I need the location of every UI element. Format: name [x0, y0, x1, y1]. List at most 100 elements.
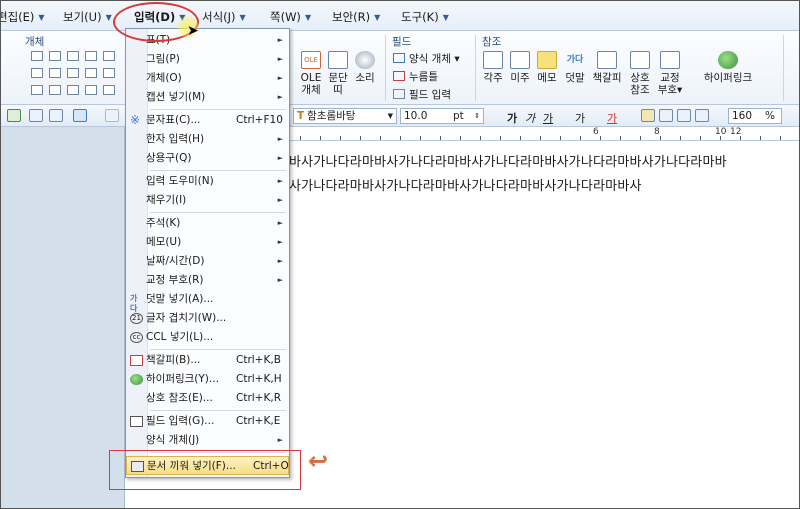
submenu-arrow-icon: ► [277, 154, 283, 162]
menu-item-bookmark[interactable]: 책갈피(B)... Ctrl+K,B [126, 351, 289, 370]
memo-icon [537, 51, 557, 69]
menu-item-date-time[interactable]: 날짜/시간(D) ► [126, 252, 289, 271]
chevron-down-icon: ▼ [442, 13, 449, 22]
endnote-button[interactable]: 미주 [508, 51, 532, 84]
field-input-icon [393, 89, 405, 99]
shape-icon[interactable] [67, 51, 79, 61]
shape-icon[interactable] [49, 85, 61, 95]
pressure-field-button[interactable]: 누름틀 [393, 69, 438, 84]
menu-item-hyperlink[interactable]: 하이퍼링크(Y)... Ctrl+K,H [126, 370, 289, 389]
menu-item-overlap-chars[interactable]: 21 글자 겹치기(W)... [126, 309, 289, 328]
menu-item-hanja[interactable]: 한자 입력(H) ► [126, 130, 289, 149]
ribbon: 개체 OLE OLE 개체 문단 띠 소리 필드 양식 개체 ▾ 누름틀 필드 … [1, 31, 799, 105]
cross-reference-icon [630, 51, 650, 69]
menu-item-picture[interactable]: 그림(P) ► [126, 50, 289, 69]
menu-security[interactable]: 보안(R) ▼ [332, 9, 380, 25]
ole-object-button[interactable]: OLE OLE 개체 [297, 51, 325, 96]
menu-separator [150, 349, 286, 350]
menu-view[interactable]: 보기(U) ▼ [63, 9, 112, 25]
group-label-reference: 참조 [482, 36, 502, 48]
undo-icon[interactable] [73, 109, 87, 122]
chevron-down-icon: ▼ [304, 13, 312, 22]
shape-icon[interactable] [31, 51, 43, 61]
highlight-box [109, 450, 301, 490]
menu-format[interactable]: 서식(J) ▼ [202, 9, 246, 25]
shape-icon[interactable] [49, 51, 61, 61]
footnote-button[interactable]: 각주 [481, 51, 505, 84]
font-size-input[interactable]: 10.0 pt ⇕ [400, 108, 484, 124]
redo-icon[interactable] [105, 109, 119, 122]
paragraph-band-button[interactable]: 문단 띠 [327, 51, 349, 96]
document-text-line: 사가나다라마바사가나다라마바사가나다라마바사가나다라마바사 [289, 179, 642, 194]
font-color-button[interactable]: 가 [607, 110, 617, 126]
menu-item-form-object[interactable]: 양식 개체(J) ► [126, 431, 289, 450]
menu-item-cross-reference[interactable]: 상호 참조(E)... Ctrl+K,R [126, 389, 289, 408]
bookmark-button[interactable]: 책갈피 [591, 51, 623, 84]
shape-icon[interactable] [67, 85, 79, 95]
horizontal-ruler[interactable]: 6 8 10 12 [290, 127, 799, 141]
align-center-icon[interactable] [695, 109, 709, 122]
align-left-icon[interactable] [659, 109, 673, 122]
shape-icon[interactable] [103, 85, 115, 95]
submenu-arrow-icon: ► [277, 219, 283, 227]
shape-icon[interactable] [67, 68, 79, 78]
ruler-number: 6 [593, 127, 599, 137]
underline-button[interactable]: 가 [543, 110, 553, 126]
align-right-icon[interactable] [677, 109, 691, 122]
shape-icon[interactable] [31, 85, 43, 95]
shape-icon[interactable] [103, 68, 115, 78]
align-justify-icon[interactable] [641, 109, 655, 122]
annotation-button[interactable]: 가다 덧말 [562, 51, 588, 84]
menu-item-ccl[interactable]: cc CCL 넣기(L)... [126, 328, 289, 347]
strike-button[interactable]: 가 [575, 110, 585, 126]
ole-icon: OLE [301, 51, 321, 69]
ruler-number: 10 [715, 127, 727, 137]
menu-separator [150, 109, 286, 110]
print-icon[interactable] [29, 109, 43, 122]
field-input-button[interactable]: 필드 입력 [393, 87, 451, 102]
paragraph-band-icon [328, 51, 348, 69]
menu-item-annotation[interactable]: 주석(K) ► [126, 214, 289, 233]
proofreading-icon [660, 51, 680, 69]
font-name-select[interactable]: T 함초롬바탕 ▼ [293, 108, 397, 124]
shape-icon[interactable] [85, 85, 97, 95]
zoom-input[interactable]: 160% [728, 108, 782, 124]
ruler-number: 8 [654, 127, 660, 137]
menu-item-object[interactable]: 개체(O) ► [126, 69, 289, 88]
shape-icon[interactable] [49, 68, 61, 78]
menu-item-insert-annotation[interactable]: 가다 덧말 넣기(A)... [126, 290, 289, 313]
form-object-button[interactable]: 양식 개체 ▾ [393, 51, 460, 66]
proofreading-marks-button[interactable]: 교정 부호▾ [656, 51, 684, 96]
app-window: 편집(E)▼ 보기(U)▼ 입력(D)▼ 서식(J)▼ 쪽(W)▼ 보안(R)▼… [0, 0, 800, 509]
sound-button[interactable]: 소리 [353, 51, 377, 84]
pressure-field-icon [393, 71, 405, 81]
shape-gallery[interactable] [31, 51, 119, 99]
shape-icon[interactable] [103, 51, 115, 61]
menu-item-proofreading[interactable]: 교정 부호(R) ► [126, 271, 289, 290]
menu-tools[interactable]: 도구(K) ▼ [401, 9, 449, 25]
memo-button[interactable]: 메모 [535, 51, 559, 84]
print-preview-icon[interactable] [49, 109, 63, 122]
menu-item-autotext[interactable]: 상용구(Q) ► [126, 149, 289, 168]
menu-edit[interactable]: 편집(E) ▼ [1, 9, 45, 25]
ruler-number: 12 [730, 127, 742, 137]
shape-icon[interactable] [31, 68, 43, 78]
hyperlink-button[interactable]: 하이퍼링크 [699, 51, 757, 84]
italic-button[interactable]: 가 [525, 110, 535, 126]
shape-icon[interactable] [85, 51, 97, 61]
cc-icon: cc [130, 332, 143, 343]
cross-reference-button[interactable]: 상호 참조 [627, 51, 653, 96]
menu-item-fill[interactable]: 채우기(I) ► [126, 191, 289, 210]
submenu-arrow-icon: ► [277, 36, 283, 44]
insert-menu-dropdown: 표(T) ► 그림(P) ► 개체(O) ► 캡션 넣기(M) ► ※ 문자표(C)...… [125, 28, 290, 478]
shape-icon[interactable] [85, 68, 97, 78]
save-icon[interactable] [7, 109, 21, 122]
menu-item-field-input[interactable]: 필드 입력(G)... Ctrl+K,E [126, 412, 289, 431]
bold-button[interactable]: 가 [507, 110, 517, 126]
group-label-field: 필드 [392, 36, 412, 48]
menu-page[interactable]: 쪽(W) ▼ [270, 9, 311, 25]
menu-item-caption[interactable]: 캡션 넣기(M) ► [126, 88, 289, 107]
menu-item-memo[interactable]: 메모(U) ► [126, 233, 289, 252]
menu-item-character-map[interactable]: ※ 문자표(C)... Ctrl+F10 [126, 111, 289, 130]
menu-item-input-helper[interactable]: 입력 도우미(N) ► [126, 172, 289, 191]
